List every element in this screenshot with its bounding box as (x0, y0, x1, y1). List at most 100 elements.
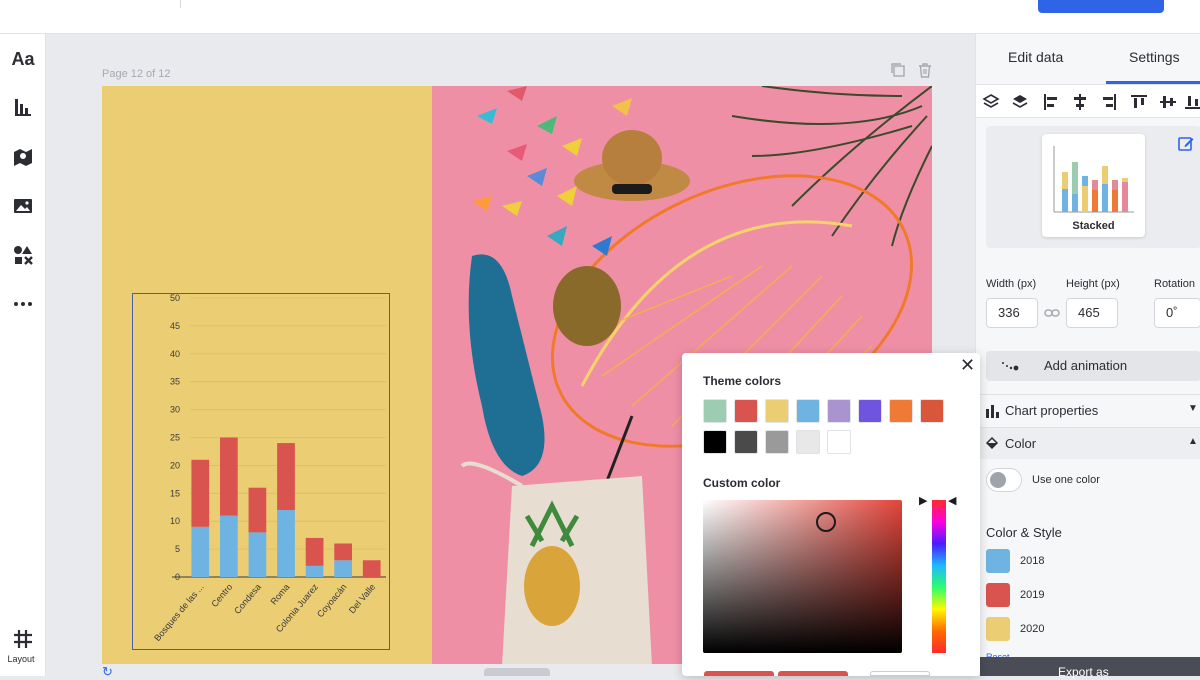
bar-segment (220, 515, 238, 577)
chart-icon[interactable] (8, 92, 38, 122)
link-dimensions-icon[interactable] (1044, 306, 1060, 320)
hue-marker-right-icon[interactable]: ◀ (948, 494, 956, 507)
x-tick-label: Centro (209, 582, 234, 609)
add-animation-label: Add animation (1044, 358, 1128, 373)
theme-color-swatch[interactable] (734, 399, 758, 423)
shapes-icon[interactable] (8, 240, 38, 270)
theme-color-swatch[interactable] (796, 430, 820, 454)
series-color-label: 2020 (1020, 623, 1045, 635)
hue-marker-left-icon[interactable]: ▶ (919, 494, 927, 507)
align-middle-icon[interactable] (1159, 93, 1177, 111)
bar-segment (362, 560, 381, 577)
use-one-color-toggle[interactable] (986, 468, 1022, 492)
theme-color-swatch[interactable] (765, 430, 789, 454)
series-color-swatch[interactable] (986, 583, 1010, 607)
align-bottom-icon[interactable] (1184, 93, 1200, 111)
panel-tabs: Edit data Settings (976, 34, 1200, 84)
layout-grid-icon[interactable] (8, 624, 38, 654)
height-label: Height (px) (1066, 278, 1120, 290)
bar-segment (248, 532, 267, 577)
series-color-swatch[interactable] (986, 549, 1010, 573)
duplicate-page-icon[interactable] (890, 62, 906, 78)
x-tick-label: Coyoacán (315, 582, 349, 619)
x-tick-label: Condesa (232, 582, 263, 616)
theme-color-swatch[interactable] (703, 399, 727, 423)
bar-segment (305, 537, 324, 566)
send-backward-icon[interactable] (982, 93, 1000, 111)
y-tick-label: 35 (170, 377, 180, 387)
bar-segment (248, 487, 267, 533)
theme-color-swatch[interactable] (827, 430, 851, 454)
series-color-swatch[interactable] (986, 617, 1010, 641)
align-right-icon[interactable] (1100, 93, 1118, 111)
towel-shape (468, 254, 545, 476)
color-style-title: Color & Style (986, 525, 1062, 540)
bring-forward-icon[interactable] (1011, 93, 1029, 111)
bar-segment (191, 459, 210, 527)
right-settings-panel: Edit data Settings Stacked Width (px) He… (975, 34, 1200, 676)
primary-action-button[interactable] (1038, 0, 1164, 13)
chart-properties-icon (984, 403, 1000, 419)
page-scroll-handle[interactable] (484, 668, 550, 676)
width-input[interactable]: 336 (986, 298, 1038, 328)
picker-footer-button[interactable] (778, 671, 848, 676)
chart-properties-label: Chart properties (1005, 403, 1099, 418)
bar-segment (191, 526, 210, 577)
close-icon[interactable]: ✕ (960, 355, 975, 376)
y-tick-label: 30 (170, 405, 180, 415)
theme-color-swatch[interactable] (796, 399, 820, 423)
export-button[interactable]: Export as (980, 657, 1200, 679)
picker-footer-button[interactable] (870, 671, 930, 676)
chart-properties-section[interactable]: Chart properties ▼ (976, 394, 1200, 426)
theme-color-swatch[interactable] (920, 399, 944, 423)
paint-bucket-icon (984, 436, 1000, 452)
y-tick-label: 40 (170, 349, 180, 359)
y-tick-label: 15 (170, 488, 180, 498)
y-tick-label: 20 (170, 460, 180, 470)
text-icon[interactable]: Aa (8, 44, 38, 74)
align-center-icon[interactable] (1071, 93, 1089, 111)
theme-color-swatch[interactable] (889, 399, 913, 423)
stacked-thumbnail-icon (1053, 146, 1134, 213)
map-icon[interactable] (8, 142, 38, 172)
image-icon[interactable] (8, 191, 38, 221)
y-tick-label: 45 (170, 321, 180, 331)
more-icon[interactable] (8, 289, 38, 319)
chevron-up-icon: ▲ (1188, 436, 1198, 447)
saturation-value-field[interactable] (703, 500, 902, 653)
custom-color-title: Custom color (703, 476, 781, 490)
topbar-divider (180, 0, 181, 8)
bar-segment (277, 443, 295, 511)
bar-segment (277, 510, 295, 577)
export-label: Export as (1058, 665, 1109, 679)
arrange-toolbar (976, 84, 1200, 118)
delete-page-icon[interactable] (917, 62, 933, 78)
series-color-label: 2018 (1020, 555, 1045, 567)
rotation-input[interactable]: 0˚ (1154, 298, 1200, 328)
series-color-label: 2019 (1020, 589, 1045, 601)
theme-color-swatch[interactable] (827, 399, 851, 423)
color-section[interactable]: Color ▲ (976, 427, 1200, 459)
chart-type-card[interactable]: Stacked (1042, 134, 1145, 237)
rotate-handle-icon[interactable]: ↻ (102, 664, 113, 680)
x-tick-label: Bosques de las ... (152, 582, 206, 643)
color-handle[interactable] (816, 512, 836, 532)
tab-edit-data[interactable]: Edit data (1008, 49, 1063, 65)
tab-settings[interactable]: Settings (1129, 49, 1180, 65)
hue-slider[interactable] (932, 500, 946, 653)
theme-color-swatch[interactable] (765, 399, 789, 423)
width-label: Width (px) (986, 278, 1037, 290)
rotation-label: Rotation (1154, 278, 1195, 290)
align-left-icon[interactable] (1042, 93, 1060, 111)
stacked-bar-chart[interactable]: 05101520253035404550Bosques de las ... Ce… (132, 293, 390, 650)
theme-color-swatch[interactable] (734, 430, 758, 454)
toggle-knob (990, 472, 1006, 488)
edit-chart-type-icon[interactable] (1177, 135, 1195, 153)
add-animation-button[interactable]: Add animation (986, 351, 1200, 381)
theme-color-swatch[interactable] (703, 430, 727, 454)
picker-footer-button[interactable] (704, 671, 774, 676)
height-input[interactable]: 465 (1066, 298, 1118, 328)
chevron-down-icon: ▼ (1188, 403, 1198, 414)
theme-color-swatch[interactable] (858, 399, 882, 423)
align-top-icon[interactable] (1130, 93, 1148, 111)
